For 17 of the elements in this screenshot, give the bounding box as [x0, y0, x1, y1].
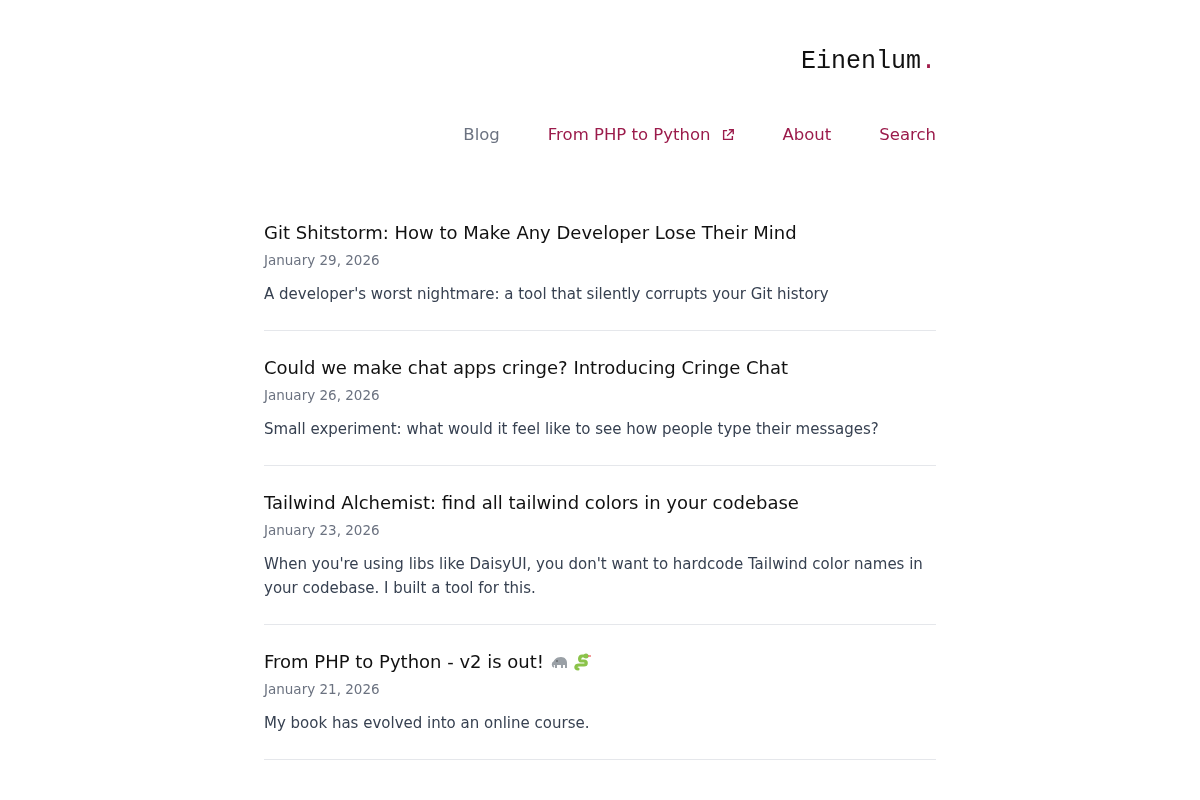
post-summary: Small experiment: what would it feel like to see how people type their messages?	[264, 419, 880, 440]
post-summary: A developer's worst nightmare: a tool that silently corrupts your Git history	[264, 284, 830, 305]
nav-link[interactable]: About	[782, 122, 832, 148]
post-summary: My book has evolved into an online course.	[264, 713, 591, 734]
post-date: January 26, 2026	[264, 386, 381, 405]
post-date: January 23, 2026	[264, 521, 381, 540]
nav-link[interactable]: Search	[879, 122, 936, 148]
site-logo[interactable]: Einenlum.	[800, 44, 936, 80]
nav-link[interactable]: From PHP to Python	[547, 122, 735, 148]
post-title-link[interactable]: Could we make chat apps cringe? Introducing Cringe Chat	[264, 355, 789, 381]
post-date: January 29, 2026	[264, 251, 381, 270]
post-date: January 21, 2026	[264, 680, 381, 699]
post-title-link[interactable]: From PHP to Python - v2 is out!	[264, 649, 545, 675]
post-title-link[interactable]: Git Shitstorm: How to Make Any Developer Lose Their Mind	[264, 220, 797, 246]
post-title-link[interactable]: Tailwind Alchemist: find all tailwind colors in your codebase	[264, 490, 799, 516]
post-summary: When you're using libs like DaisyUI, you don't want to hardcode Tailwind color names in your codebase. I built a tool for this.	[264, 554, 924, 599]
nav-link[interactable]: Blog	[463, 122, 500, 148]
